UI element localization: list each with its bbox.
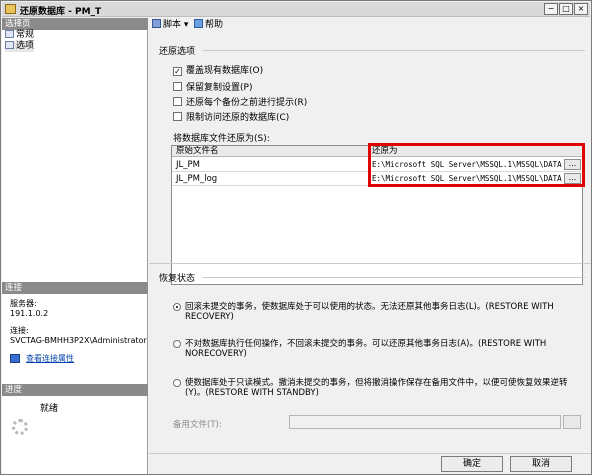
section-divider <box>203 50 585 51</box>
script-button[interactable]: 脚本 ▾ <box>152 19 188 31</box>
title-bar: 还原数据库 - PM_T − □ × <box>2 2 590 17</box>
left-pane: 选择页 常规 选项 连接 服务器: 191.1.0.2 连接: SVCTAG-B… <box>2 18 148 474</box>
server-value: 191.1.0.2 <box>10 309 49 318</box>
prompt-before-restore-checkbox-row[interactable]: 还原每个备份之前进行提示(R) <box>173 97 307 108</box>
dropdown-arrow-icon: ▾ <box>183 20 189 30</box>
restore-database-window: 还原数据库 - PM_T − □ × 选择页 常规 选项 连接 服务器: 191… <box>0 0 592 475</box>
section-divider <box>149 263 591 264</box>
progress-status: 就绪 <box>40 404 59 414</box>
radio[interactable] <box>173 379 181 387</box>
minimize-icon[interactable]: − <box>544 3 558 15</box>
options-content: 还原选项 ✓ 覆盖现有数据库(O) 保留复制设置(P) 还原每个备份之前进行提示(… <box>149 33 591 453</box>
database-icon <box>5 4 16 14</box>
script-label: 脚本 <box>163 20 182 30</box>
progress-header: 进度 <box>2 384 148 396</box>
script-icon <box>152 19 161 28</box>
maximize-icon[interactable]: □ <box>559 3 573 15</box>
restrict-access-checkbox-row[interactable]: 限制访问还原的数据库(C) <box>173 112 289 123</box>
radio-label: 不对数据库执行任何操作，不回滚未提交的事务。可以还原其他事务日志(A)。(RES… <box>185 339 547 359</box>
checkbox-label: 还原每个备份之前进行提示(R) <box>186 98 308 108</box>
red-highlight-box <box>368 143 585 187</box>
progress-spinner-icon <box>12 419 28 435</box>
server-label: 服务器: <box>10 299 37 308</box>
help-button[interactable]: 帮助 <box>194 19 223 31</box>
original-file-cell: JL_PM <box>176 160 200 170</box>
recovery-state-title: 恢复状态 <box>159 274 196 284</box>
column-header-original-file: 原始文件名 <box>176 146 219 156</box>
toolbar: 脚本 ▾ 帮助 <box>149 18 591 32</box>
page-label: 选项 <box>16 41 35 51</box>
radio-label: 使数据库处于只读模式。撤消未提交的事务，但将撤消操作保存在备用文件中，以便可使恢… <box>185 378 568 398</box>
connection-label: 连接: <box>10 326 29 335</box>
overwrite-checkbox-row[interactable]: ✓ 覆盖现有数据库(O) <box>173 66 263 77</box>
close-icon[interactable]: × <box>574 3 588 15</box>
checkbox[interactable] <box>173 97 182 106</box>
connection-header: 连接 <box>2 282 148 294</box>
checkbox-checked[interactable]: ✓ <box>173 67 182 76</box>
help-label: 帮助 <box>205 20 224 30</box>
radio-selected[interactable] <box>173 303 181 311</box>
page-icon <box>5 30 14 38</box>
view-connection-properties-link[interactable]: 查看连接属性 <box>26 354 74 364</box>
checkbox-label: 限制访问还原的数据库(C) <box>186 113 290 123</box>
checkbox[interactable] <box>173 112 182 121</box>
standby-file-label: 备用文件(T): <box>173 420 222 430</box>
page-item-general[interactable]: 常规 <box>5 30 34 41</box>
radio-label: 回滚未提交的事务，使数据库处于可以使用的状态。无法还原其他事务日志(L)。(RE… <box>185 302 554 322</box>
checkbox[interactable] <box>173 82 182 91</box>
files-label: 将数据库文件还原为(S): <box>173 134 270 144</box>
section-divider <box>203 277 585 278</box>
connection-properties-icon <box>10 354 20 363</box>
checkbox-label: 保留复制设置(P) <box>186 83 253 93</box>
page-icon <box>5 41 14 49</box>
standby-browse-button[interactable] <box>563 415 581 429</box>
connection-value: SVCTAG-BMHH3P2X\Administrator <box>10 336 147 345</box>
original-file-cell: JL_PM_log <box>176 174 218 184</box>
page-item-options[interactable]: 选项 <box>5 41 35 52</box>
restore-options-title: 还原选项 <box>159 47 196 57</box>
radio[interactable] <box>173 340 181 348</box>
select-page-header: 选择页 <box>2 18 148 30</box>
cancel-button[interactable]: 取消 <box>510 456 572 472</box>
page-label: 常规 <box>16 30 35 40</box>
preserve-replication-checkbox-row[interactable]: 保留复制设置(P) <box>173 82 252 93</box>
dialog-buttons: 确定 取消 <box>149 453 591 474</box>
standby-file-input[interactable] <box>289 415 561 429</box>
window-title: 还原数据库 - PM_T <box>20 7 102 17</box>
checkbox-label: 覆盖现有数据库(O) <box>186 66 264 76</box>
ok-button[interactable]: 确定 <box>441 456 503 472</box>
help-icon <box>194 19 203 28</box>
